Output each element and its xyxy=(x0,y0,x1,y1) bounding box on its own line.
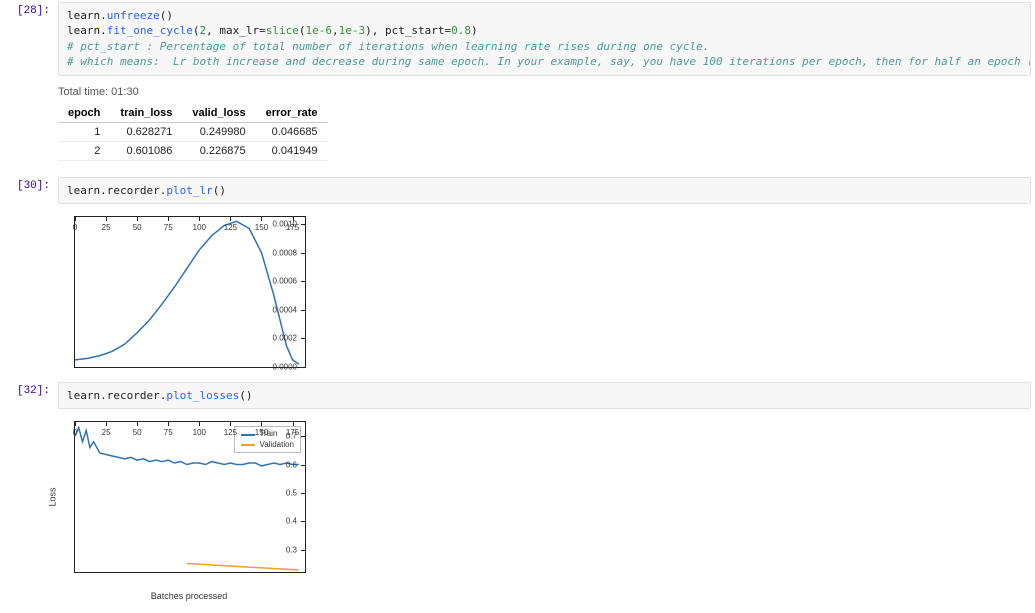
th-train-loss: train_loss xyxy=(110,104,182,123)
xtick-label: 0 xyxy=(73,428,77,437)
ytick-label: 0.4 xyxy=(286,517,297,526)
ytick-label: 0.0004 xyxy=(273,305,297,314)
output-28: Total time: 01:30 epoch train_loss valid… xyxy=(50,82,1035,175)
xtick-label: 50 xyxy=(133,223,142,232)
th-epoch: epoch xyxy=(58,104,110,123)
xtick-label: 175 xyxy=(286,428,299,437)
plot-lr-axes: 0.00000.00020.00040.00060.00080.00100255… xyxy=(74,216,306,368)
plot-losses-axes: Loss Train Validation 0.30.40.50.60.7025… xyxy=(74,421,306,573)
ytick-label: 0.5 xyxy=(286,489,297,498)
total-time-label: Total time: 01:30 xyxy=(58,86,1027,98)
xtick-label: 125 xyxy=(224,223,237,232)
table-row: 1 0.628271 0.249980 0.046685 xyxy=(58,122,328,141)
xtick-label: 150 xyxy=(255,428,268,437)
prompt-32: [32]: xyxy=(0,380,58,402)
plot-losses: Loss Train Validation 0.30.40.50.60.7025… xyxy=(50,421,1035,601)
table-row: 2 0.601086 0.226875 0.041949 xyxy=(58,141,328,160)
xtick-label: 0 xyxy=(73,223,77,232)
ytick-label: 0.6 xyxy=(286,460,297,469)
xtick-label: 125 xyxy=(224,428,237,437)
th-error-rate: error_rate xyxy=(256,104,328,123)
plot-lr: 0.00000.00020.00040.00060.00080.00100255… xyxy=(50,216,1035,368)
legend-swatch-train xyxy=(241,434,255,436)
ytick-label: 0.0000 xyxy=(273,362,297,371)
series-lr xyxy=(75,221,299,364)
ytick-label: 0.0002 xyxy=(273,334,297,343)
ytick-label: 0.0008 xyxy=(273,248,297,257)
legend-swatch-valid xyxy=(241,444,255,446)
input-cell-30: [30]: learn.recorder.plot_lr() xyxy=(0,175,1035,210)
xtick-label: 50 xyxy=(133,428,142,437)
input-cell-32: [32]: learn.recorder.plot_losses() xyxy=(0,380,1035,415)
code-input-28[interactable]: learn.unfreeze() learn.fit_one_cycle(2, … xyxy=(58,2,1031,76)
series-validation xyxy=(187,564,299,571)
xtick-label: 100 xyxy=(193,223,206,232)
epoch-table: epoch train_loss valid_loss error_rate 1… xyxy=(58,104,328,161)
ytick-label: 0.3 xyxy=(286,545,297,554)
xtick-label: 25 xyxy=(102,428,111,437)
xtick-label: 150 xyxy=(255,223,268,232)
prompt-28: [28]: xyxy=(0,0,58,22)
th-valid-loss: valid_loss xyxy=(182,104,255,123)
xlabel-batches: Batches processed xyxy=(74,591,304,601)
ylabel-loss: Loss xyxy=(48,488,58,507)
code-input-32[interactable]: learn.recorder.plot_losses() xyxy=(58,382,1031,409)
legend-label-valid: Validation xyxy=(259,440,294,450)
table-header-row: epoch train_loss valid_loss error_rate xyxy=(58,104,328,123)
input-cell-28: [28]: learn.unfreeze() learn.fit_one_cyc… xyxy=(0,0,1035,82)
xtick-label: 175 xyxy=(286,223,299,232)
ytick-label: 0.0006 xyxy=(273,277,297,286)
xtick-label: 100 xyxy=(193,428,206,437)
code-input-30[interactable]: learn.recorder.plot_lr() xyxy=(58,177,1031,204)
xtick-label: 75 xyxy=(164,223,173,232)
xtick-label: 25 xyxy=(102,223,111,232)
prompt-30: [30]: xyxy=(0,175,58,197)
xtick-label: 75 xyxy=(164,428,173,437)
